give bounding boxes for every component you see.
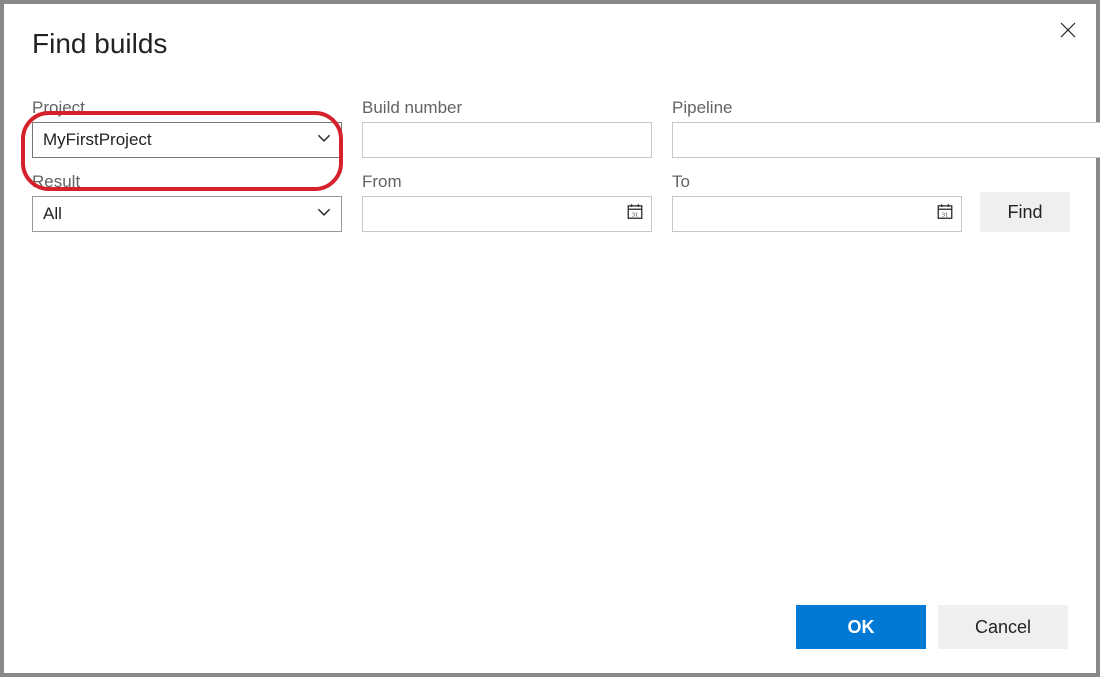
from-date-input[interactable]	[362, 196, 652, 232]
pipeline-label: Pipeline	[672, 98, 1100, 118]
result-value: All	[43, 204, 62, 224]
pipeline-field: Pipeline	[672, 98, 1100, 158]
project-dropdown[interactable]: MyFirstProject	[32, 122, 342, 158]
filter-form: Project MyFirstProject Build number Pipe…	[32, 98, 1068, 232]
chevron-down-icon	[315, 129, 333, 152]
from-label: From	[362, 172, 652, 192]
build-number-label: Build number	[362, 98, 652, 118]
result-field: Result All	[32, 172, 342, 232]
dialog-footer: OK Cancel	[796, 605, 1068, 649]
result-dropdown[interactable]: All	[32, 196, 342, 232]
chevron-down-icon	[315, 203, 333, 226]
build-number-field: Build number	[362, 98, 652, 158]
svg-text:31: 31	[942, 212, 949, 219]
project-label: Project	[32, 98, 342, 118]
cancel-button[interactable]: Cancel	[938, 605, 1068, 649]
to-date-input[interactable]	[672, 196, 962, 232]
find-builds-dialog: Find builds Project MyFirstProject Build…	[4, 4, 1096, 673]
svg-text:31: 31	[632, 212, 639, 219]
to-label: To	[672, 172, 962, 192]
calendar-icon[interactable]: 31	[626, 203, 644, 226]
pipeline-input[interactable]	[672, 122, 1100, 158]
project-field: Project MyFirstProject	[32, 98, 342, 158]
close-icon[interactable]	[1052, 14, 1084, 46]
find-button[interactable]: Find	[980, 192, 1070, 232]
result-label: Result	[32, 172, 342, 192]
from-field: From 31	[362, 172, 652, 232]
to-field: To 31	[672, 172, 962, 232]
calendar-icon[interactable]: 31	[936, 203, 954, 226]
project-value: MyFirstProject	[43, 130, 152, 150]
dialog-title: Find builds	[32, 28, 1068, 60]
build-number-input[interactable]	[362, 122, 652, 158]
ok-button[interactable]: OK	[796, 605, 926, 649]
